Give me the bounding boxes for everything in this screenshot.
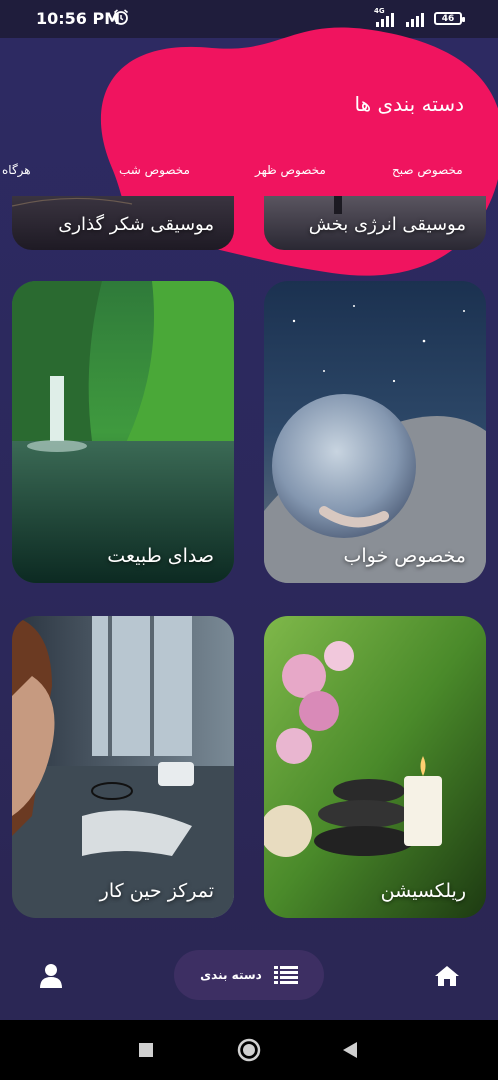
card-energy-label: موسیقی انرژی بخش [308, 214, 466, 235]
chip-noon[interactable]: مخصوص ظهر [255, 163, 326, 177]
user-icon[interactable] [40, 964, 62, 988]
relax-image [264, 616, 486, 918]
categories-nav-button[interactable]: دسته بندی [174, 950, 324, 1000]
card-gratitude-label: موسیقی شکر گذاری [58, 214, 214, 235]
nature-image [12, 281, 234, 583]
categories-nav-label: دسته بندی [200, 968, 262, 982]
chip-night[interactable]: مخصوص شب [119, 163, 190, 177]
card-nature[interactable]: صدای طبیعت [12, 281, 234, 583]
card-focus-label: تمرکز حین کار [99, 880, 214, 902]
app-screen: 10:56 PM 4G 46 دسته بندی ها مخصوص صبح مخ… [0, 0, 498, 1080]
category-chips: مخصوص صبح مخصوص ظهر مخصوص شب هرگاه [0, 163, 498, 183]
card-energy-music[interactable]: موسیقی انرژی بخش [264, 196, 486, 250]
system-navigation-bar [0, 1020, 498, 1080]
bottom-navigation: دسته بندی [0, 930, 498, 1020]
card-focus[interactable]: تمرکز حین کار [12, 616, 234, 918]
chip-morning[interactable]: مخصوص صبح [392, 163, 463, 177]
card-sleep-label: مخصوص خواب [343, 545, 466, 567]
card-gratitude-music[interactable]: موسیقی شکر گذاری [12, 196, 234, 250]
card-sleep[interactable]: مخصوص خواب [264, 281, 486, 583]
page-title: دسته بندی ها [354, 92, 464, 116]
back-icon[interactable] [342, 1041, 358, 1059]
focus-image [12, 616, 234, 918]
sleep-image [264, 281, 486, 583]
card-relax[interactable]: ریلکسیشن [264, 616, 486, 918]
list-icon [273, 966, 298, 984]
home-button-icon[interactable] [237, 1038, 261, 1062]
recent-apps-icon[interactable] [138, 1042, 154, 1058]
card-nature-label: صدای طبیعت [107, 545, 214, 567]
card-relax-label: ریلکسیشن [380, 880, 466, 902]
chip-anytime[interactable]: هرگاه [2, 163, 31, 177]
home-icon[interactable] [434, 964, 460, 988]
